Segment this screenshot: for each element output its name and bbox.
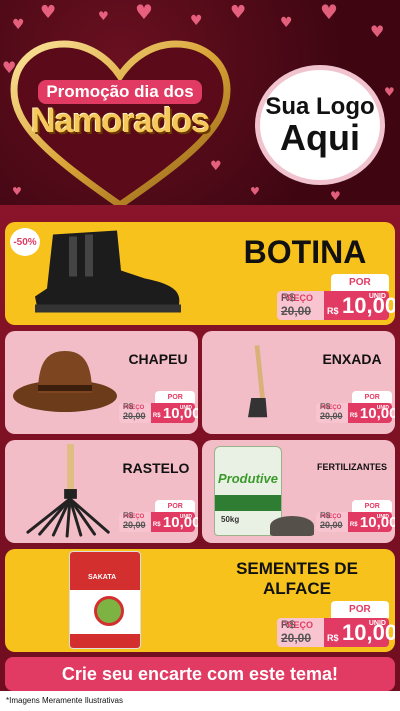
old-price: R$ 20,00 [281, 619, 324, 645]
heart-icon: ♥ [370, 22, 385, 41]
old-price-value: 20,00 [123, 520, 146, 530]
price-por-label: POR [155, 391, 195, 404]
price-tag: POR PREÇO R$ 20,00 R$ 10,00 UNID [316, 391, 395, 423]
product-title: RASTELO [122, 460, 190, 476]
fertilizer-weight: 50kg [221, 515, 240, 524]
old-price-value: 20,00 [281, 631, 312, 645]
currency-label: R$ [349, 413, 358, 419]
product-title: SEMENTES DE ALFACE [236, 559, 358, 599]
discount-badge: -50% [10, 228, 40, 256]
currency-label: R$ [327, 306, 339, 316]
logo-line2: Aqui [280, 116, 360, 158]
heart-icon: ♥ [12, 17, 25, 33]
cta-button[interactable]: Crie seu encarte com este tema! [5, 657, 395, 691]
fertilizer-brand: Produtive [218, 471, 278, 486]
heart-icon: ♥ [40, 2, 57, 23]
promo-title: Promoção dia dos Namorados [0, 80, 240, 141]
currency-label: R$ [349, 522, 358, 528]
product-card-sementes: SAKATA SEMENTES DE ALFACE POR PREÇO R$ 2… [5, 549, 395, 652]
logo-placeholder: Sua Logo Aqui [255, 65, 385, 185]
old-price: R$ 20,00 [123, 402, 151, 421]
product-card-chapeu: CHAPEU POR PREÇO R$ 20,00 R$ 10,00 UNID [5, 331, 198, 434]
footer-disclaimer: *Imagens Meramente Ilustrativas [0, 691, 400, 711]
old-price-value: 20,00 [320, 411, 343, 421]
unit-label: UNID [368, 293, 386, 301]
price-por-label: POR [330, 274, 389, 292]
hoe-icon [248, 345, 268, 418]
rake-icon [26, 443, 110, 538]
seed-brand: SAKATA [88, 574, 117, 581]
price-tag: POR PREÇO R$ 20,00 R$ 10,00 UNID [277, 274, 395, 320]
heart-icon: ♥ [98, 9, 109, 23]
promo-line1: Promoção dia dos [38, 80, 202, 104]
product-title: ENXADA [322, 351, 382, 367]
boot-icon [35, 230, 181, 313]
heart-icon: ♥ [190, 13, 203, 29]
old-price: R$ 20,00 [320, 402, 348, 421]
price-por-label: POR [352, 500, 392, 513]
old-price-value: 20,00 [123, 411, 146, 421]
currency-label: R$ [320, 511, 331, 520]
currency-label: R$ [320, 402, 331, 411]
old-price-value: 20,00 [281, 304, 312, 318]
product-card-enxada: ENXADA POR PREÇO R$ 20,00 R$ 10,00 UNID [202, 331, 395, 434]
product-title: CHAPEU [128, 351, 188, 367]
product-card-fertilizantes: Produtive 50kg FERTILIZANTES POR PREÇO R… [202, 440, 395, 543]
heart-icon: ♥ [320, 0, 338, 24]
heart-icon: ♥ [330, 189, 341, 203]
price-tag: POR PREÇO R$ 20,00 R$ 10,00 UNID [119, 391, 198, 423]
price-por-label: POR [155, 500, 195, 513]
product-title: BOTINA [243, 234, 367, 270]
product-card-botina: BOTINA POR PREÇO R$ 20,00 R$ 10,00 UNID [5, 222, 395, 325]
old-price: R$ 20,00 [320, 511, 348, 530]
old-price: R$ 20,00 [123, 511, 151, 530]
currency-label: R$ [281, 619, 296, 631]
hat-icon [13, 351, 117, 412]
product-card-rastelo: RASTELO POR PREÇO R$ 20,00 R$ 10,00 UNID [5, 440, 198, 543]
currency-label: R$ [123, 511, 134, 520]
currency-label: R$ [123, 402, 134, 411]
old-price: R$ 20,00 [281, 292, 324, 318]
currency-label: R$ [152, 522, 161, 528]
price-por-label: POR [330, 601, 389, 619]
old-price-value: 20,00 [320, 520, 343, 530]
heart-icon: ♥ [280, 15, 293, 31]
unit-label: UNID [179, 405, 192, 412]
currency-label: R$ [327, 633, 339, 643]
unit-label: UNID [179, 514, 192, 521]
heart-icon: ♥ [250, 185, 260, 198]
heart-icon: ♥ [135, 0, 153, 24]
soil-pile-icon [270, 516, 314, 536]
unit-label: UNID [376, 514, 389, 521]
currency-label: R$ [281, 292, 296, 304]
promo-line2: Namorados [30, 102, 210, 140]
currency-label: R$ [152, 413, 161, 419]
unit-label: UNID [368, 620, 386, 628]
header-banner: ♥ ♥ ♥ ♥ ♥ ♥ ♥ ♥ ♥ ♥ ♥ ♥ ♥ ♥ ♥ Promoção d… [0, 0, 400, 205]
unit-label: UNID [376, 405, 389, 412]
price-tag: POR PREÇO R$ 20,00 R$ 10,00 UNID [316, 500, 395, 532]
price-por-label: POR [352, 391, 392, 404]
product-title: FERTILIZANTES [317, 462, 387, 472]
price-tag: POR PREÇO R$ 20,00 R$ 10,00 UNID [119, 500, 198, 532]
heart-icon: ♥ [230, 2, 247, 23]
heart-icon: ♥ [384, 85, 395, 99]
seed-packet-icon: SAKATA [69, 551, 141, 649]
logo-line1: Sua Logo [265, 92, 375, 120]
price-tag: POR PREÇO R$ 20,00 R$ 10,00 UNID [277, 601, 395, 647]
